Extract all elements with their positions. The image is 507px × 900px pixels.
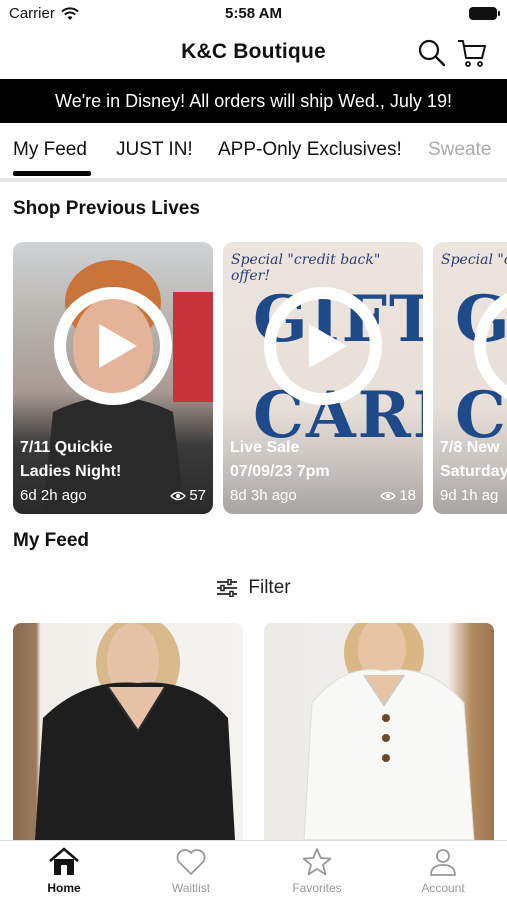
tab-waitlist[interactable]: Waitlist <box>141 847 241 895</box>
tab-home[interactable]: Home <box>14 847 114 895</box>
live-time-ago: 8d 3h ago <box>230 487 297 504</box>
app-header: K&C Boutique <box>0 28 507 78</box>
battery-icon <box>469 7 500 20</box>
active-tab-indicator <box>13 171 91 176</box>
tab-my-feed[interactable]: My Feed <box>13 139 87 161</box>
live-title: 7/8 New Saturday <box>440 436 507 484</box>
promo-script-text: Special "credit b <box>441 252 507 268</box>
person-icon <box>430 849 456 876</box>
eye-icon <box>170 491 187 500</box>
lives-section-title: Shop Previous Lives <box>13 198 200 219</box>
live-views: 57 <box>170 487 206 504</box>
tab-app-only-exclusives[interactable]: APP-Only Exclusives! <box>218 139 402 161</box>
filter-button[interactable]: Filter <box>0 577 507 599</box>
cart-icon[interactable] <box>456 37 488 69</box>
status-bar: Carrier 5:58 AM <box>0 0 507 28</box>
play-icon[interactable] <box>473 286 507 406</box>
live-time-ago: 9d 1h ag <box>440 487 499 504</box>
live-views: 18 <box>380 487 416 504</box>
live-title-line1: 7/8 New <box>440 439 500 456</box>
announcement-banner: We're in Disney! All orders will ship We… <box>0 79 507 123</box>
tab-waitlist-label: Waitlist <box>171 881 211 895</box>
tabs-divider <box>0 178 507 182</box>
live-time-ago: 6d 2h ago <box>20 487 87 504</box>
product-card[interactable] <box>13 623 243 840</box>
eye-icon <box>380 491 397 500</box>
live-card[interactable]: Special "credit back" offer! GIFT CARD L… <box>223 242 423 514</box>
live-title: Live Sale 07/09/23 7pm <box>230 436 330 484</box>
live-title-line2: 07/09/23 7pm <box>230 463 330 480</box>
tab-account-label: Account <box>421 881 465 895</box>
category-tabs: My Feed JUST IN! APP-Only Exclusives! Sw… <box>0 123 507 180</box>
live-title-line2: Ladies Night! <box>20 463 122 480</box>
tab-just-in[interactable]: JUST IN! <box>116 139 193 161</box>
filter-label: Filter <box>248 577 291 598</box>
live-title: 7/11 Quickie Ladies Night! <box>20 436 121 484</box>
product-image <box>35 623 235 840</box>
feed-section-title: My Feed <box>13 530 90 551</box>
product-card[interactable] <box>264 623 494 840</box>
bottom-tab-bar: Home Waitlist Favorites Account <box>0 840 507 900</box>
live-card[interactable]: Special "credit b G C 7/8 New Saturday 9… <box>433 242 507 514</box>
live-title-line1: Live Sale <box>230 439 300 456</box>
tab-home-label: Home <box>47 881 81 895</box>
heart-icon <box>176 849 206 875</box>
tab-account[interactable]: Account <box>393 847 493 895</box>
live-views-count: 57 <box>189 487 206 504</box>
live-card[interactable]: 7/11 Quickie Ladies Night! 6d 2h ago 57 <box>13 242 213 514</box>
live-views-count: 18 <box>399 487 416 504</box>
sliders-icon <box>217 579 238 597</box>
tab-sweaters[interactable]: Sweate <box>428 139 491 161</box>
tab-favorites[interactable]: Favorites <box>267 847 367 895</box>
live-title-line2: Saturday <box>440 463 507 480</box>
clock: 5:58 AM <box>225 5 282 22</box>
product-image <box>303 623 475 840</box>
home-icon <box>49 847 79 875</box>
live-title-line1: 7/11 Quickie <box>20 439 113 456</box>
tab-favorites-label: Favorites <box>292 881 342 895</box>
play-icon[interactable] <box>263 286 383 406</box>
star-icon <box>302 848 332 876</box>
play-icon[interactable] <box>53 286 173 406</box>
banner-text: We're in Disney! All orders will ship We… <box>55 90 452 111</box>
search-icon[interactable] <box>417 38 447 68</box>
